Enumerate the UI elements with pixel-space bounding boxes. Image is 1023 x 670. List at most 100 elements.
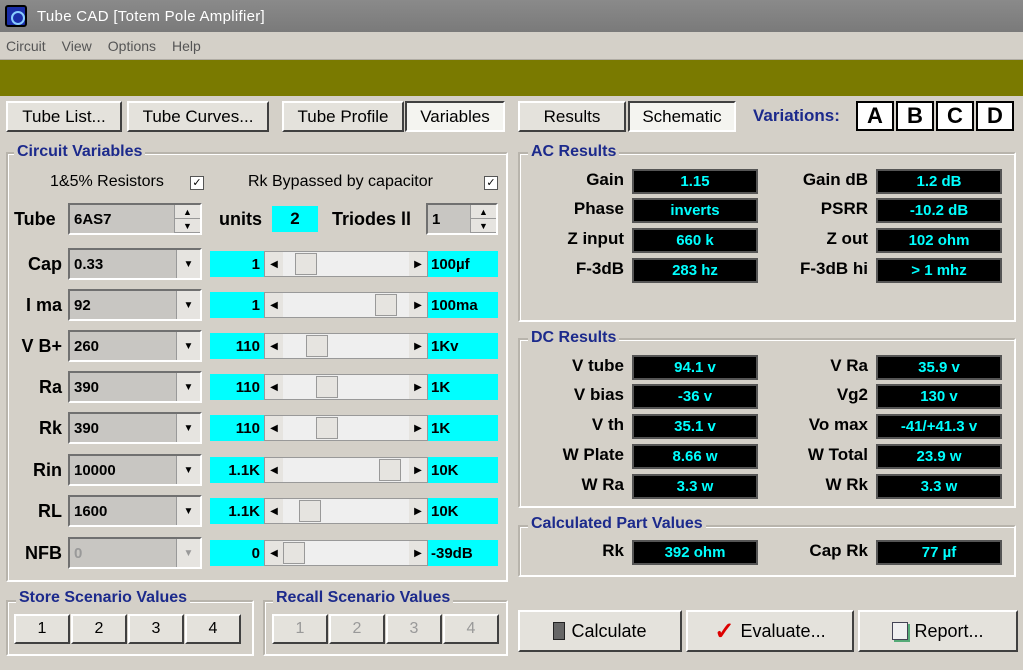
rin-select[interactable]: 10000 ▼ bbox=[68, 454, 202, 486]
report-label: Report... bbox=[914, 620, 984, 641]
ima-slider[interactable]: ◀ ▶ bbox=[264, 292, 428, 318]
cap-slider-thumb[interactable] bbox=[295, 253, 317, 275]
ima-select[interactable]: 92 ▼ bbox=[68, 289, 202, 321]
cap-multiplier[interactable]: 1 bbox=[210, 251, 264, 277]
tube-spinner[interactable]: ▲ ▼ bbox=[174, 205, 200, 233]
arrow-left-icon[interactable]: ◀ bbox=[265, 375, 283, 399]
rl-slider[interactable]: ◀ ▶ bbox=[264, 498, 428, 524]
chevron-down-icon[interactable]: ▼ bbox=[176, 250, 200, 278]
chevron-down-icon[interactable]: ▼ bbox=[176, 414, 200, 442]
dc-v-ra-value: 35.9 v bbox=[876, 355, 1002, 380]
rk-multiplier[interactable]: 110 bbox=[210, 415, 264, 441]
arrow-right-icon[interactable]: ▶ bbox=[409, 375, 427, 399]
ac-f-3db-hi-label: F-3dB hi bbox=[800, 259, 868, 278]
store-3-button[interactable]: 3 bbox=[128, 614, 184, 644]
units-label: units bbox=[219, 209, 262, 229]
recall-2-button[interactable]: 2 bbox=[329, 614, 385, 644]
vb-slider-thumb[interactable] bbox=[306, 335, 328, 357]
units-input[interactable]: 2 bbox=[272, 206, 318, 232]
rin-slider-thumb[interactable] bbox=[379, 459, 401, 481]
ima-multiplier[interactable]: 1 bbox=[210, 292, 264, 318]
results-button[interactable]: Results bbox=[518, 101, 626, 132]
recall-4-button[interactable]: 4 bbox=[443, 614, 499, 644]
vb-multiplier[interactable]: 110 bbox=[210, 333, 264, 359]
evaluate-button[interactable]: ✓ Evaluate... bbox=[686, 610, 854, 652]
variation-b-button[interactable]: B bbox=[896, 101, 934, 131]
rl-multiplier[interactable]: 1.1K bbox=[210, 498, 264, 524]
menu-options[interactable]: Options bbox=[108, 38, 156, 54]
resistors-checkbox[interactable]: ✓ bbox=[190, 176, 204, 190]
nfb-slider-thumb[interactable] bbox=[283, 542, 305, 564]
triodes-spinner[interactable]: ▲ ▼ bbox=[470, 205, 496, 233]
rk-slider-thumb[interactable] bbox=[316, 417, 338, 439]
arrow-right-icon[interactable]: ▶ bbox=[409, 499, 427, 523]
arrow-right-icon[interactable]: ▶ bbox=[409, 416, 427, 440]
variation-a-button[interactable]: A bbox=[856, 101, 894, 131]
report-button[interactable]: Report... bbox=[858, 610, 1018, 652]
arrow-left-icon[interactable]: ◀ bbox=[265, 458, 283, 482]
recall-1-button[interactable]: 1 bbox=[272, 614, 328, 644]
menu-circuit[interactable]: Circuit bbox=[6, 38, 46, 54]
ra-multiplier[interactable]: 110 bbox=[210, 374, 264, 400]
rin-slider[interactable]: ◀ ▶ bbox=[264, 457, 428, 483]
variables-button[interactable]: Variables bbox=[405, 101, 505, 132]
arrow-right-icon[interactable]: ▶ bbox=[409, 293, 427, 317]
resistors-label: 1&5% Resistors bbox=[50, 173, 164, 190]
chevron-down-icon[interactable]: ▼ bbox=[176, 497, 200, 525]
recall-3-button[interactable]: 3 bbox=[386, 614, 442, 644]
calculate-label: Calculate bbox=[571, 620, 647, 641]
ra-slider[interactable]: ◀ ▶ bbox=[264, 374, 428, 400]
rl-select[interactable]: 1600 ▼ bbox=[68, 495, 202, 527]
chevron-down-icon[interactable]: ▼ bbox=[176, 373, 200, 401]
arrow-right-icon[interactable]: ▶ bbox=[409, 458, 427, 482]
arrow-right-icon[interactable]: ▶ bbox=[409, 541, 427, 565]
menu-view[interactable]: View bbox=[62, 38, 92, 54]
store-4-button[interactable]: 4 bbox=[185, 614, 241, 644]
schematic-button[interactable]: Schematic bbox=[628, 101, 736, 132]
vb-select[interactable]: 260 ▼ bbox=[68, 330, 202, 362]
tube-select[interactable]: 6AS7 ▲ ▼ bbox=[68, 203, 202, 235]
variation-d-button[interactable]: D bbox=[976, 101, 1014, 131]
arrow-left-icon[interactable]: ◀ bbox=[265, 416, 283, 440]
dc-w-plate-value: 8.66 w bbox=[632, 444, 758, 469]
chevron-down-icon[interactable]: ▼ bbox=[176, 332, 200, 360]
vb-slider[interactable]: ◀ ▶ bbox=[264, 333, 428, 359]
cap-slider[interactable]: ◀ ▶ bbox=[264, 251, 428, 277]
tube-profile-button[interactable]: Tube Profile bbox=[282, 101, 404, 132]
store-1-button[interactable]: 1 bbox=[14, 614, 70, 644]
nfb-select[interactable]: 0 ▼ bbox=[68, 537, 202, 569]
cap-select[interactable]: 0.33 ▼ bbox=[68, 248, 202, 280]
rin-multiplier[interactable]: 1.1K bbox=[210, 457, 264, 483]
arrow-left-icon[interactable]: ◀ bbox=[265, 252, 283, 276]
menu-help[interactable]: Help bbox=[172, 38, 201, 54]
arrow-right-icon[interactable]: ▶ bbox=[409, 334, 427, 358]
arrow-right-icon[interactable]: ▶ bbox=[409, 252, 427, 276]
arrow-left-icon[interactable]: ◀ bbox=[265, 334, 283, 358]
bypass-checkbox[interactable]: ✓ bbox=[484, 176, 498, 190]
tube-list-button[interactable]: Tube List... bbox=[6, 101, 122, 132]
ra-select[interactable]: 390 ▼ bbox=[68, 371, 202, 403]
ima-max: 100ma bbox=[428, 292, 498, 318]
variation-c-button[interactable]: C bbox=[936, 101, 974, 131]
rl-slider-thumb[interactable] bbox=[299, 500, 321, 522]
nfb-slider[interactable]: ◀ ▶ bbox=[264, 540, 428, 566]
calculate-button[interactable]: Calculate bbox=[518, 610, 682, 652]
store-scenario-title: Store Scenario Values bbox=[16, 589, 191, 607]
tube-curves-button[interactable]: Tube Curves... bbox=[127, 101, 269, 132]
dc-w-plate-label: W Plate bbox=[562, 445, 624, 464]
nfb-multiplier[interactable]: 0 bbox=[210, 540, 264, 566]
arrow-left-icon[interactable]: ◀ bbox=[265, 293, 283, 317]
ima-slider-thumb[interactable] bbox=[375, 294, 397, 316]
store-2-button[interactable]: 2 bbox=[71, 614, 127, 644]
chevron-down-icon[interactable]: ▼ bbox=[176, 291, 200, 319]
arrow-left-icon[interactable]: ◀ bbox=[265, 541, 283, 565]
arrow-left-icon[interactable]: ◀ bbox=[265, 499, 283, 523]
triodes-select[interactable]: 1 ▲ ▼ bbox=[426, 203, 498, 235]
rk-select[interactable]: 390 ▼ bbox=[68, 412, 202, 444]
rl-label: RL bbox=[38, 501, 62, 521]
chevron-down-icon[interactable]: ▼ bbox=[176, 456, 200, 484]
rk-slider[interactable]: ◀ ▶ bbox=[264, 415, 428, 441]
chevron-down-icon[interactable]: ▼ bbox=[176, 539, 200, 567]
ra-slider-thumb[interactable] bbox=[316, 376, 338, 398]
dc-w-total-value: 23.9 w bbox=[876, 444, 1002, 469]
